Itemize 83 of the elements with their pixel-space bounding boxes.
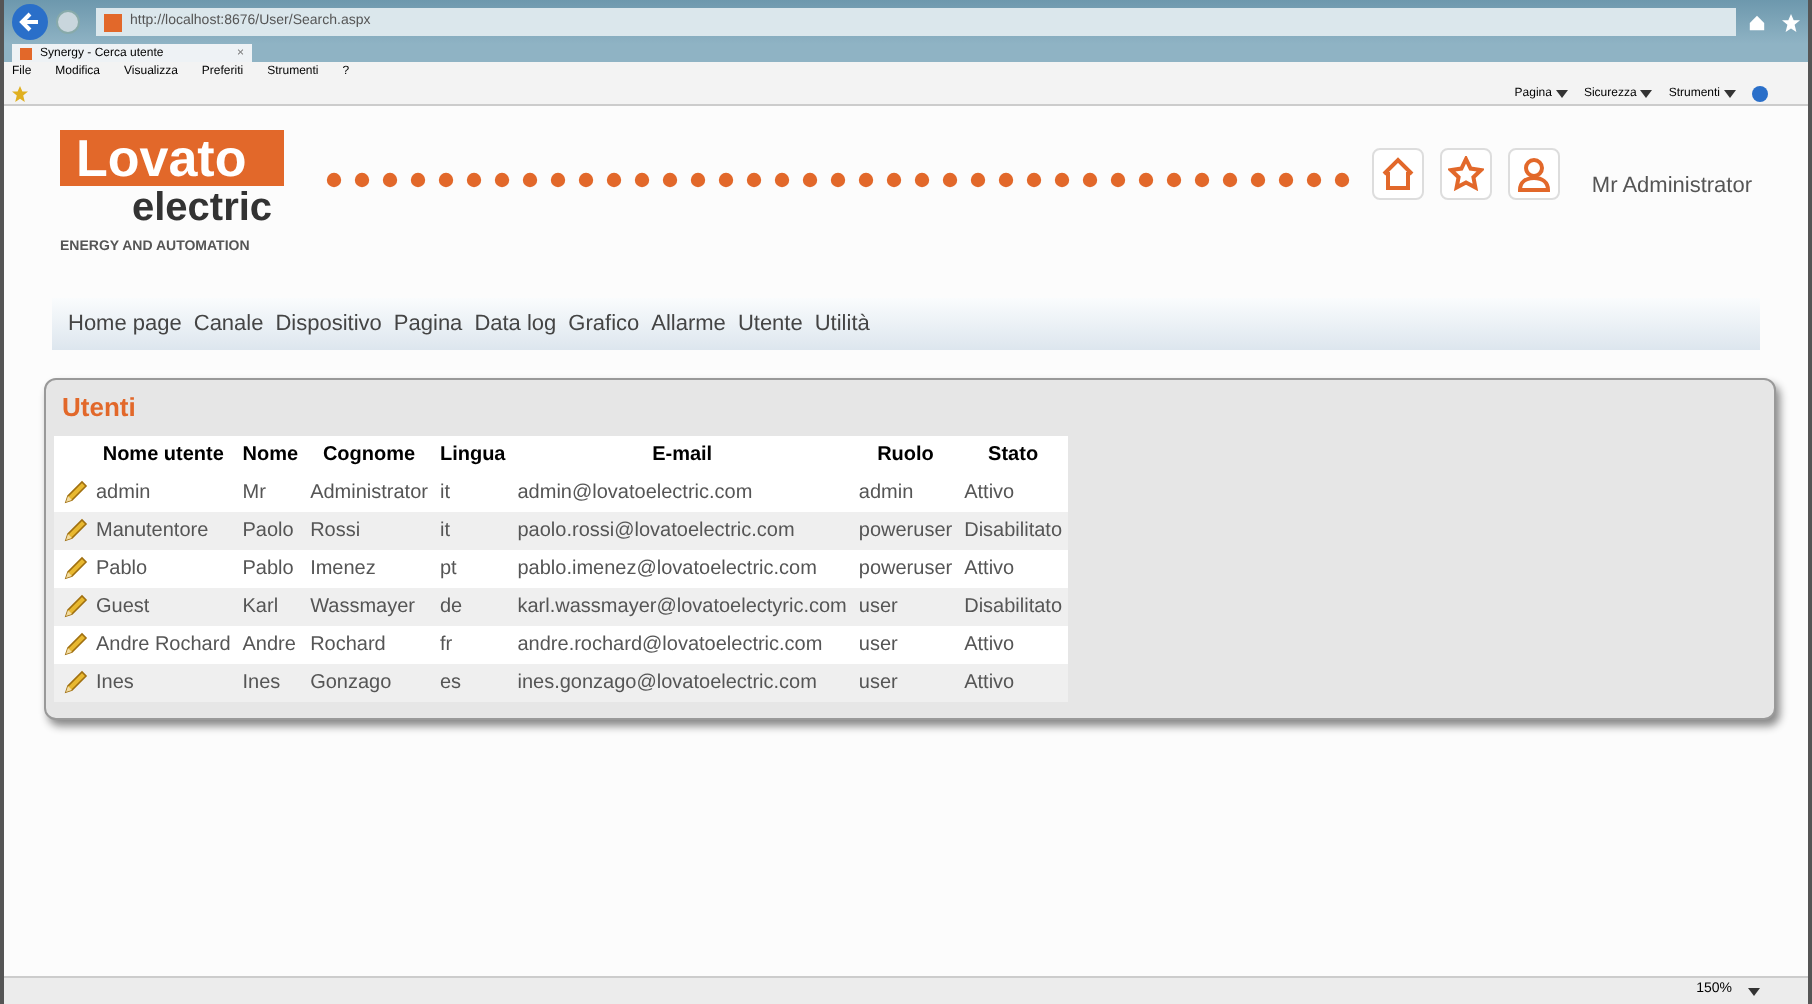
caret-icon (1555, 89, 1568, 97)
table-cell: admin (852, 473, 959, 511)
pencil-icon[interactable] (62, 668, 90, 696)
home-icon (1379, 156, 1416, 193)
column-header: E-mail (511, 435, 853, 473)
table-cell: Pablo (236, 549, 305, 587)
caret-icon (1640, 89, 1653, 97)
site-icon (104, 13, 122, 31)
nav-link[interactable]: Dispositivo (275, 307, 382, 341)
table-cell: Wassmayer (304, 587, 434, 625)
pencil-icon[interactable] (62, 516, 90, 544)
table-cell: admin@lovatoelectric.com (511, 473, 853, 511)
table-cell: de (433, 587, 512, 625)
table-cell: Gonzago (304, 663, 434, 701)
table-cell: Karl (236, 587, 305, 625)
nav-link[interactable]: Pagina (393, 307, 463, 341)
pencil-icon[interactable] (62, 630, 90, 658)
column-header: Ruolo (852, 435, 959, 473)
table-cell: Disabilitato (958, 587, 1069, 625)
table-cell: poweruser (852, 549, 959, 587)
table-cell: poweruser (852, 511, 959, 549)
table-cell: pt (433, 549, 512, 587)
star-icon (1447, 156, 1484, 193)
user-button[interactable] (1507, 148, 1560, 201)
table-cell: it (433, 473, 512, 511)
table-cell: Disabilitato (958, 511, 1069, 549)
table-cell: Ines (236, 663, 305, 701)
user-name: Mr Administrator (1591, 172, 1752, 202)
table-cell: Paolo (236, 511, 305, 549)
caret-icon (1724, 89, 1736, 97)
table-cell: es (433, 663, 512, 701)
table-cell: Mr (236, 473, 305, 511)
nav-link[interactable]: Utilità (814, 307, 870, 341)
nav-link[interactable]: Allarme (651, 307, 726, 341)
star-icon[interactable] (1782, 13, 1800, 31)
column-header: Nome (236, 435, 305, 473)
nav-link[interactable]: Home page (68, 307, 182, 341)
table-cell: Andre Rochard (90, 625, 237, 663)
column-header: Cognome (304, 435, 434, 473)
table-cell: it (433, 511, 512, 549)
table-cell: Attivo (958, 663, 1069, 701)
table-cell: Andre (236, 625, 305, 663)
nav-link[interactable]: Grafico (568, 307, 640, 341)
table-cell: pablo.imenez@lovatoelectric.com (511, 549, 853, 587)
table-cell: Pablo (90, 549, 237, 587)
column-header: Stato (958, 435, 1069, 473)
user-icon (1515, 156, 1552, 193)
pencil-icon[interactable] (62, 478, 90, 506)
table-cell: paolo.rossi@lovatoelectric.com (511, 511, 853, 549)
caret-icon (1748, 987, 1760, 995)
table-cell: Attivo (958, 625, 1069, 663)
pencil-icon[interactable] (62, 592, 90, 620)
table-cell: admin (90, 473, 237, 511)
pencil-icon[interactable] (62, 554, 90, 582)
back-icon[interactable] (12, 4, 48, 40)
table-cell: user (852, 587, 959, 625)
table-cell: user (852, 663, 959, 701)
site-icon (20, 47, 32, 59)
table-cell: Rochard (304, 625, 434, 663)
logo-sub: electric (130, 186, 275, 230)
nav-link[interactable]: Utente (737, 307, 803, 341)
table-cell: Administrator (304, 473, 434, 511)
table-cell: andre.rochard@lovatoelectric.com (511, 625, 853, 663)
home-icon[interactable] (1748, 13, 1766, 31)
star-button[interactable] (1439, 148, 1492, 201)
table-cell: Rossi (304, 511, 434, 549)
table-cell: ines.gonzago@lovatoelectric.com (511, 663, 853, 701)
table-cell: fr (433, 625, 512, 663)
nav-link[interactable]: Data log (474, 307, 557, 341)
table-cell: Ines (90, 663, 237, 701)
table-cell: user (852, 625, 959, 663)
column-header: Nome utente (90, 435, 237, 473)
table-cell: Imenez (304, 549, 434, 587)
table-cell: karl.wassmayer@lovatoelectyric.com (511, 587, 853, 625)
table-cell: Attivo (958, 549, 1069, 587)
home-button[interactable] (1371, 148, 1424, 201)
table-cell: Manutentore (90, 511, 237, 549)
logo-name: Lovato (60, 130, 284, 186)
table-cell: Attivo (958, 473, 1069, 511)
nav-link[interactable]: Canale (193, 307, 264, 341)
column-header: Lingua (433, 435, 512, 473)
table-cell: Guest (90, 587, 237, 625)
panel-title: Utenti (60, 390, 138, 426)
